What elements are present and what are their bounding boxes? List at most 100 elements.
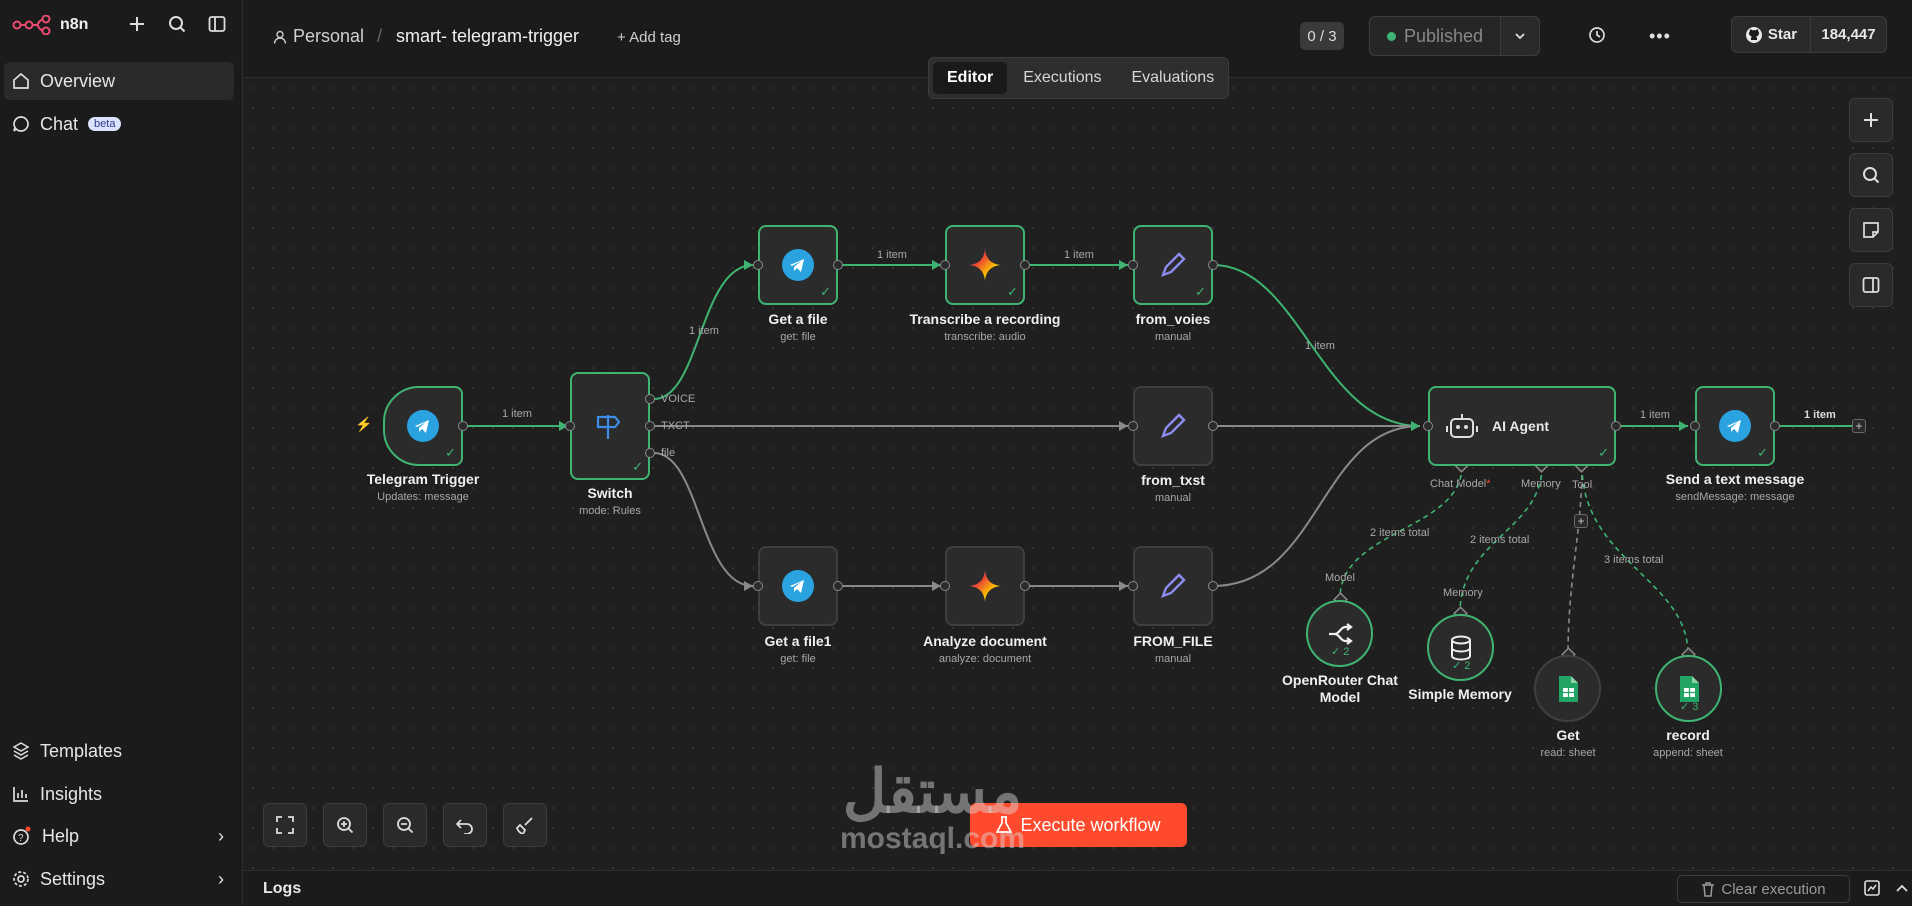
published-button[interactable]: Published (1369, 16, 1501, 56)
sticky-note-button[interactable] (1849, 208, 1893, 252)
node-title: record (1666, 727, 1710, 743)
input-port[interactable] (940, 260, 950, 270)
output-port-txct[interactable] (645, 421, 655, 431)
plus-icon[interactable] (126, 12, 148, 36)
panel-right-button[interactable] (1849, 263, 1893, 307)
output-port[interactable] (833, 260, 843, 270)
execute-workflow-button[interactable]: Execute workflow (970, 803, 1187, 847)
sidebar-item-overview[interactable]: Overview (4, 62, 234, 100)
breadcrumb-project[interactable]: Personal (273, 26, 364, 47)
panel-toggle-icon[interactable] (206, 12, 228, 36)
add-node-button[interactable] (1849, 98, 1893, 142)
output-port[interactable] (1208, 581, 1218, 591)
fit-view-button[interactable] (263, 803, 307, 847)
zoom-in-button[interactable] (323, 803, 367, 847)
node-from-txst[interactable] (1133, 386, 1213, 466)
sidebar-item-chat[interactable]: Chat beta (4, 105, 234, 143)
github-star-count: 184,447 (1821, 26, 1876, 43)
sidebar-item-settings[interactable]: Settings › (4, 860, 234, 898)
github-star-button[interactable]: Star 184,447 (1731, 16, 1887, 53)
node-subtitle: read: sheet (1540, 747, 1596, 759)
node-title-text: OpenRouter Chat Model (1282, 672, 1398, 705)
node-title: Get a file1 (764, 633, 832, 649)
chevron-up-icon[interactable] (1894, 880, 1910, 901)
output-port[interactable] (1208, 421, 1218, 431)
tab-editor[interactable]: Editor (933, 62, 1008, 94)
tab-evaluations[interactable]: Evaluations (1117, 62, 1228, 94)
node-title: from_voies (1135, 311, 1211, 327)
sidebar-item-insights[interactable]: Insights (4, 775, 234, 813)
publish-counter: 0 / 3 (1300, 22, 1344, 50)
clear-execution-button[interactable]: Clear execution (1677, 875, 1850, 903)
agent-port-label: Chat Model* (1430, 478, 1491, 490)
node-analyze-document[interactable] (945, 546, 1025, 626)
output-port[interactable] (1611, 421, 1621, 431)
output-port-file[interactable] (645, 448, 655, 458)
input-port[interactable] (1128, 260, 1138, 270)
node-switch[interactable]: ✓ (570, 372, 650, 480)
sidebar-item-templates[interactable]: Templates (4, 732, 234, 770)
node-title: OpenRouter Chat Model (1280, 672, 1400, 706)
input-port[interactable] (1690, 421, 1700, 431)
node-subtitle: transcribe: audio (944, 331, 1026, 343)
input-port[interactable] (1128, 421, 1138, 431)
n8n-logo[interactable]: n8n (12, 12, 88, 38)
workflow-name[interactable]: smart- telegram-trigger (396, 26, 579, 47)
node-get[interactable] (1534, 655, 1601, 722)
input-port[interactable] (1128, 581, 1138, 591)
switch-output-label: file (661, 447, 676, 459)
output-port[interactable] (458, 421, 468, 431)
input-port[interactable] (1423, 421, 1433, 431)
sidebar-item-label: Insights (40, 783, 103, 804)
google-sheets-icon (1558, 675, 1578, 702)
tidy-up-button[interactable] (503, 803, 547, 847)
pencil-icon (1160, 252, 1186, 278)
node-telegram-trigger[interactable]: ✓ (383, 386, 463, 466)
node-title: from_txst (1141, 472, 1205, 488)
output-port-voice[interactable] (645, 394, 655, 404)
search-icon[interactable] (166, 12, 188, 36)
tab-executions[interactable]: Executions (1009, 62, 1115, 94)
zoom-out-button[interactable] (383, 803, 427, 847)
node-transcribe-recording[interactable]: ✓ (945, 225, 1025, 305)
add-tag-button[interactable]: + Add tag (617, 29, 681, 46)
node-get-a-file[interactable]: ✓ (758, 225, 838, 305)
node-title: Transcribe a recording (909, 311, 1061, 327)
input-port[interactable] (753, 260, 763, 270)
undo-button[interactable] (443, 803, 487, 847)
robot-icon (1446, 414, 1478, 438)
publish-dropdown-button[interactable] (1500, 16, 1540, 56)
node-subtitle: sendMessage: message (1675, 491, 1795, 503)
node-ai-agent[interactable]: AI Agent ✓ (1428, 386, 1616, 466)
node-openrouter-chat-model[interactable]: ✓ 2 (1306, 600, 1373, 667)
history-icon[interactable] (1588, 26, 1606, 49)
output-port[interactable] (1020, 260, 1030, 270)
add-tool-plus-icon[interactable]: + (1574, 514, 1588, 528)
output-port[interactable] (1208, 260, 1218, 270)
more-options-icon[interactable]: ••• (1649, 26, 1671, 47)
success-check-icon: ✓ (820, 284, 831, 299)
logs-bar[interactable]: Logs Clear execution (243, 870, 1912, 906)
pencil-icon (1160, 413, 1186, 439)
sidebar-item-help[interactable]: ? Help › (4, 817, 234, 855)
node-get-a-file1[interactable] (758, 546, 838, 626)
node-from-voies[interactable]: ✓ (1133, 225, 1213, 305)
database-icon (1450, 635, 1471, 661)
output-port[interactable] (833, 581, 843, 591)
success-check-icon: ✓ (1195, 284, 1206, 299)
node-simple-memory[interactable]: ✓ 2 (1427, 614, 1494, 681)
github-star-label: Star (1767, 26, 1798, 43)
output-port[interactable] (1770, 421, 1780, 431)
add-node-plus-icon[interactable]: + (1852, 419, 1866, 433)
node-from-file[interactable] (1133, 546, 1213, 626)
node-send-text-message[interactable]: ✓ (1695, 386, 1775, 466)
input-port[interactable] (565, 421, 575, 431)
search-icon (1863, 167, 1880, 184)
input-port[interactable] (753, 581, 763, 591)
search-nodes-button[interactable] (1849, 153, 1893, 197)
output-port[interactable] (1020, 581, 1030, 591)
input-port[interactable] (940, 581, 950, 591)
telegram-icon (1719, 410, 1751, 442)
popout-icon[interactable] (1864, 880, 1880, 901)
node-record[interactable]: ✓ 3 (1655, 655, 1722, 722)
